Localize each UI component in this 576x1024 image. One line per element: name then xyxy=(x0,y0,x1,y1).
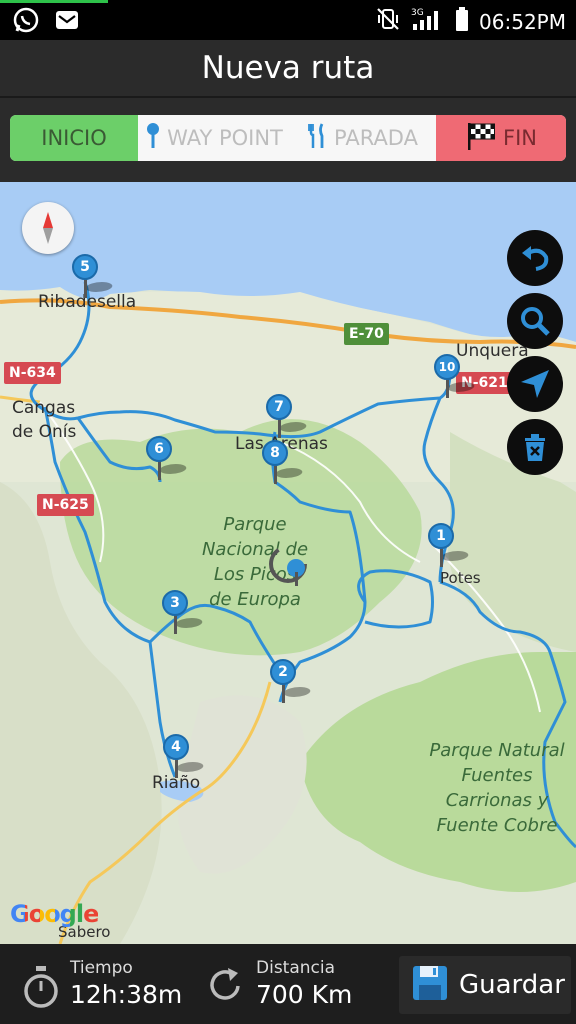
waypoint-number: 8 xyxy=(262,440,288,466)
google-attribution: Google xyxy=(10,900,99,928)
waypoint-pin-7[interactable]: 7 xyxy=(266,394,309,440)
distance-refresh-icon xyxy=(206,966,246,1010)
parada-label: PARADA xyxy=(334,126,418,150)
save-button[interactable]: Guardar xyxy=(399,956,571,1014)
stopwatch-icon xyxy=(22,966,60,1014)
screen: 3G 06:52PM Nueva ruta INICIO WAY POINT P… xyxy=(0,0,576,1024)
battery-icon xyxy=(455,6,469,37)
checkered-flag-icon xyxy=(465,120,497,157)
compass-icon xyxy=(43,212,53,244)
zoom-search-button[interactable] xyxy=(507,293,563,349)
park-fuentes-line2: Fuentes xyxy=(461,765,533,786)
fin-button[interactable]: FIN xyxy=(436,115,566,161)
time-label: Tiempo xyxy=(70,958,133,978)
vibrate-off-icon xyxy=(375,6,401,37)
clock: 06:52PM xyxy=(479,9,566,34)
download-progress xyxy=(0,0,108,3)
pin-icon xyxy=(145,122,161,155)
loading-spinner-icon xyxy=(266,542,310,592)
waypoint-label: WAY POINT xyxy=(167,126,283,150)
whatsapp-icon xyxy=(12,6,40,38)
save-label: Guardar xyxy=(459,970,565,1000)
inicio-button[interactable]: INICIO xyxy=(10,115,138,161)
waypoint-number: 7 xyxy=(266,394,292,420)
magnifier-icon xyxy=(521,307,550,336)
trash-icon xyxy=(525,434,545,461)
app-header: Nueva ruta xyxy=(0,40,576,98)
waypoint-number: 4 xyxy=(163,734,189,760)
compass-button[interactable] xyxy=(22,202,74,254)
fin-label: FIN xyxy=(503,126,537,150)
waypoint-number: 10 xyxy=(434,354,460,380)
page-title: Nueva ruta xyxy=(201,50,375,86)
park-fuentes-line4: Fuente Cobre xyxy=(436,815,558,836)
waypoint-pin-2[interactable]: 2 xyxy=(270,659,313,705)
email-icon xyxy=(54,7,80,37)
google-logo: Google xyxy=(10,900,99,928)
time-value: 12h:38m xyxy=(70,980,183,1009)
park-picos-line4: de Europa xyxy=(209,589,301,610)
road-badge-e70: E-70 xyxy=(344,323,389,345)
waypoint-pin-10[interactable]: 10 xyxy=(434,354,477,400)
place-cangas-line2: de Onís xyxy=(12,422,77,442)
undo-button[interactable] xyxy=(507,230,563,286)
route-summary-bar: Tiempo 12h:38m Distancia 700 Km Guardar xyxy=(0,944,576,1024)
status-bar: 3G 06:52PM xyxy=(0,0,576,40)
point-type-selector: INICIO WAY POINT PARADA FIN xyxy=(10,115,566,161)
network-type-label: 3G xyxy=(411,8,424,18)
navigate-button[interactable] xyxy=(507,356,563,412)
park-fuentes-line3: Carrionas y xyxy=(445,790,549,811)
place-cangas-line1: Cangas xyxy=(12,398,76,418)
distance-label: Distancia xyxy=(256,958,336,978)
waypoint-number: 5 xyxy=(72,254,98,280)
road-badge-n625: N-625 xyxy=(37,494,94,516)
place-unquera: Unquera xyxy=(456,341,529,361)
cutlery-icon xyxy=(308,122,328,155)
waypoint-pin-5[interactable]: 5 xyxy=(72,254,115,300)
park-picos-line1: Parque xyxy=(223,514,287,535)
waypoint-pin-8[interactable]: 8 xyxy=(262,440,305,486)
undo-icon xyxy=(522,246,549,271)
waypoint-number: 1 xyxy=(428,523,454,549)
waypoint-number: 2 xyxy=(270,659,296,685)
park-fuentes-line1: Parque Natural xyxy=(429,740,565,761)
waypoint-pin-4[interactable]: 4 xyxy=(163,734,206,780)
point-type-toolbar: INICIO WAY POINT PARADA FIN xyxy=(0,98,576,182)
waypoint-button[interactable]: WAY POINT xyxy=(138,115,290,161)
navigation-arrow-icon xyxy=(521,370,549,398)
route-map[interactable]: Ribadesella Unquera Cangas de Onís Las A… xyxy=(0,182,576,944)
delete-button[interactable] xyxy=(507,419,563,475)
inicio-label: INICIO xyxy=(41,126,107,150)
waypoint-pin-6[interactable]: 6 xyxy=(146,436,189,482)
parada-button[interactable]: PARADA xyxy=(290,115,436,161)
floppy-disk-icon xyxy=(411,964,449,1006)
park-fuentes-carrionas: Parque Natural Fuentes Carrionas y Fuent… xyxy=(424,738,570,838)
road-badge-n634: N-634 xyxy=(4,362,61,384)
signal-icon: 3G xyxy=(411,6,445,37)
place-potes: Potes xyxy=(440,569,481,587)
distance-value: 700 Km xyxy=(256,980,353,1009)
waypoint-number: 3 xyxy=(162,590,188,616)
waypoint-pin-1[interactable]: 1 xyxy=(428,523,471,569)
waypoint-number: 6 xyxy=(146,436,172,462)
waypoint-pin-3[interactable]: 3 xyxy=(162,590,205,636)
